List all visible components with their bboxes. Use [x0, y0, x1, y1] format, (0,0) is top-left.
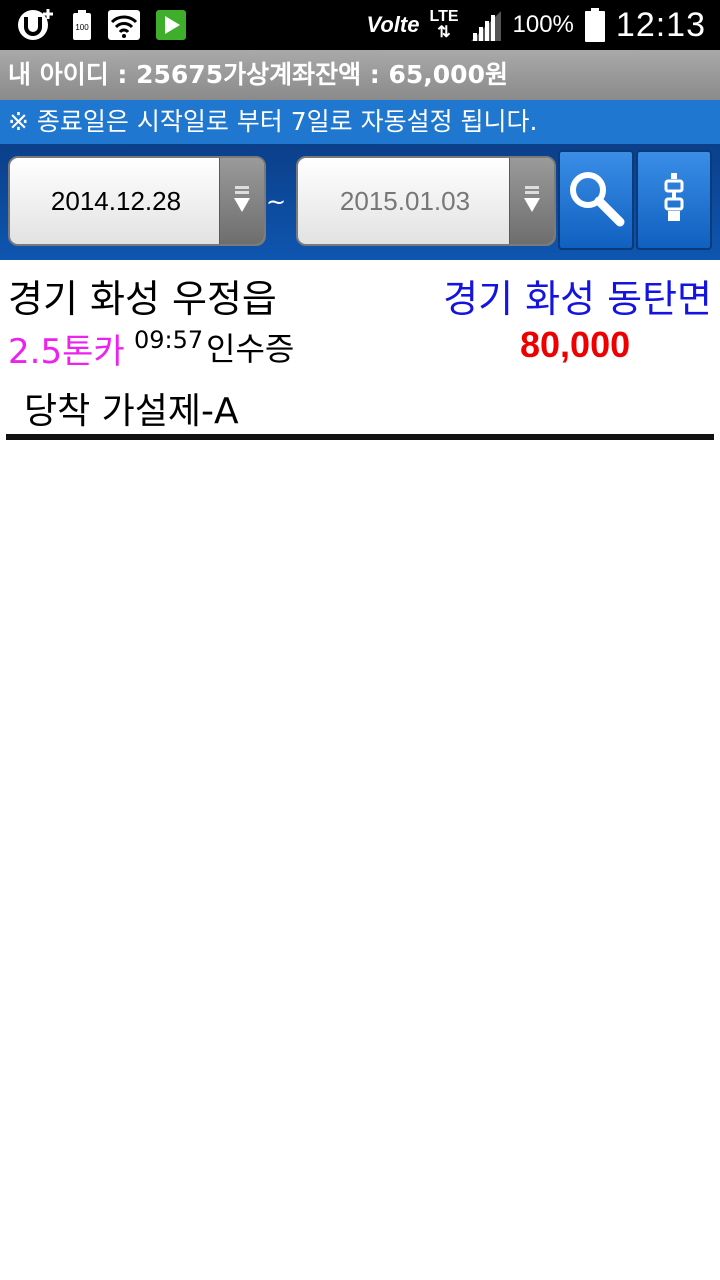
date-range-separator: ~ — [266, 188, 287, 216]
clock: 12:13 — [615, 5, 706, 44]
end-date-picker[interactable]: 2015.01.03 — [296, 156, 556, 246]
truck-type: 2.5톤카 — [8, 332, 125, 372]
order-note: 당착 가설제-A — [24, 391, 239, 432]
battery-percent: 100% — [512, 11, 574, 38]
signal-icon — [469, 9, 503, 41]
notice-text: ※ 종료일은 시작일로 부터 7일로 자동설정 됩니다. — [8, 107, 538, 136]
battery-icon — [584, 8, 606, 42]
status-bar: 100 Volte LTE ⇅ 100% 12:13 — [0, 0, 720, 50]
start-date-value: 2014.12.28 — [50, 186, 182, 216]
volte-icon: Volte — [366, 12, 420, 37]
tool-icon — [664, 173, 684, 227]
list-item[interactable]: 경기 화성 우정읍 경기 화성 동탄면 2.5톤카 09:57 인수증 80,0… — [0, 260, 720, 444]
chevron-down-icon[interactable] — [219, 158, 264, 244]
battery-notification-icon: 100 — [72, 10, 92, 40]
lte-icon: LTE ⇅ — [429, 8, 459, 41]
list-divider — [6, 434, 714, 440]
play-store-icon — [156, 10, 186, 40]
destination-location: 경기 화성 동탄면 — [443, 277, 712, 321]
wifi-icon — [108, 10, 140, 40]
end-date-value: 2015.01.03 — [339, 186, 471, 216]
order-time: 09:57 — [134, 326, 204, 354]
freight-price: 80,000 — [520, 324, 631, 365]
account-bar: 내 아이디 : 25675가상계좌잔액 : 65,000원 — [0, 50, 720, 100]
svg-text:100: 100 — [75, 23, 89, 32]
filter-button[interactable] — [636, 150, 712, 250]
notice-bar: ※ 종료일은 시작일로 부터 7일로 자동설정 됩니다. — [0, 100, 720, 144]
search-icon — [566, 168, 626, 232]
date-search-bar: 2014.12.28 ~ 2015.01.03 — [0, 144, 720, 260]
account-balance-text: 내 아이디 : 25675가상계좌잔액 : 65,000원 — [8, 60, 508, 89]
u-plus-icon — [16, 8, 56, 42]
document-type: 인수증 — [206, 330, 295, 368]
start-date-picker[interactable]: 2014.12.28 — [8, 156, 266, 246]
chevron-down-icon[interactable] — [509, 158, 554, 244]
search-button[interactable] — [558, 150, 634, 250]
origin-location: 경기 화성 우정읍 — [8, 277, 277, 321]
